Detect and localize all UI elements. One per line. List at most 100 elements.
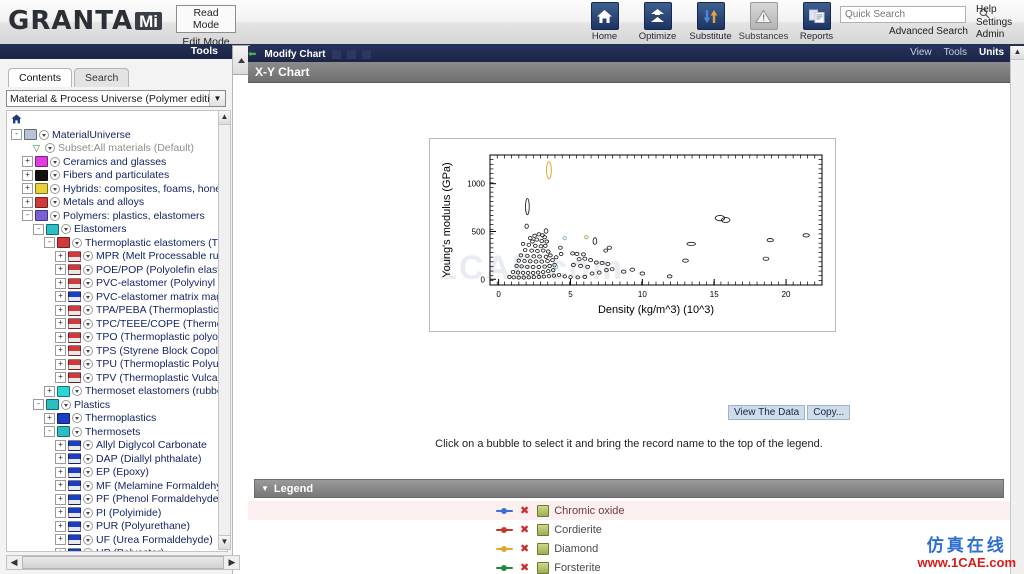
tree-item[interactable]: + UF (Urea Formaldehyde) [7, 533, 227, 547]
tree-item-menu-icon[interactable] [83, 264, 93, 275]
record-icon[interactable] [537, 504, 550, 517]
tree-item[interactable]: + UP (Polyester) [7, 547, 227, 551]
remove-series-icon[interactable]: ✖ [520, 542, 529, 555]
legend-item[interactable]: ✖ Forsterite [248, 558, 1010, 574]
admin-link[interactable]: Admin [976, 29, 1012, 42]
main-vertical-scrollbar[interactable]: ▲ [1010, 46, 1024, 574]
legend-item[interactable]: ✖ Cordierite [248, 520, 1010, 539]
collapse-toggle-icon[interactable]: - [22, 210, 33, 222]
collapse-toggle-icon[interactable]: - [33, 223, 44, 235]
legend-item-label[interactable]: Forsterite [554, 562, 600, 574]
tree-item[interactable]: + Thermoset elastomers (rubber) [7, 385, 227, 399]
tree-item[interactable]: + Fibers and particulates [7, 169, 227, 183]
expand-toggle-icon[interactable]: + [22, 156, 33, 168]
tree-item-menu-icon[interactable] [83, 291, 93, 302]
expand-toggle-icon[interactable]: + [55, 520, 66, 532]
tree-item-menu-icon[interactable] [83, 480, 93, 491]
tree-item[interactable]: + Thermoplastics [7, 412, 227, 426]
collapse-toggle-icon[interactable]: - [44, 426, 55, 438]
tree-item[interactable]: + TPU (Thermoplastic Polyurethane [7, 358, 227, 372]
toolbar-home-button[interactable]: Home [578, 2, 631, 42]
back-arrow-icon[interactable]: ⬅ [248, 49, 256, 60]
expand-toggle-icon[interactable]: + [55, 372, 66, 384]
tree-item-menu-icon[interactable] [83, 521, 93, 532]
legend-item-label[interactable]: Diamond [554, 543, 598, 555]
tree-item-menu-icon[interactable] [83, 548, 93, 551]
tree-item[interactable]: + Metals and alloys [7, 196, 227, 210]
tree-item[interactable]: + PVC-elastomer (Polyvinyl Chlorid [7, 277, 227, 291]
collapse-toggle-icon[interactable]: - [33, 399, 44, 411]
chevron-down-icon[interactable]: ▼ [209, 91, 225, 106]
scroll-left-button[interactable]: ◀ [7, 557, 21, 568]
tree-item[interactable]: + MF (Melamine Formaldehyde) [7, 479, 227, 493]
tree-item[interactable]: + PI (Polyimide) [7, 506, 227, 520]
toolbar-optimize-button[interactable]: Optimize [631, 2, 684, 42]
tree-item[interactable]: + TPV (Thermoplastic Vulcanizate) [7, 371, 227, 385]
record-icon[interactable] [537, 561, 550, 574]
tree-item-menu-icon[interactable] [83, 534, 93, 545]
tree-item[interactable]: + Ceramics and glasses [7, 155, 227, 169]
tree-item-menu-icon[interactable] [83, 332, 93, 343]
expand-toggle-icon[interactable]: + [44, 385, 55, 397]
tree-item-menu-icon[interactable] [83, 305, 93, 316]
remove-series-icon[interactable]: ✖ [520, 523, 529, 536]
expand-toggle-icon[interactable]: + [55, 318, 66, 330]
tree-item[interactable]: + TPC/TEEE/COPE (Thermoplastic c [7, 317, 227, 331]
expand-toggle-icon[interactable]: + [55, 358, 66, 370]
tree-item-menu-icon[interactable] [83, 318, 93, 329]
tree-item-menu-icon[interactable] [50, 183, 60, 194]
tree-item[interactable]: - Plastics [7, 398, 227, 412]
toolbar-substances-button[interactable]: Substances [737, 2, 790, 42]
tree-item-menu-icon[interactable] [83, 251, 93, 262]
tree-item-menu-icon[interactable] [61, 399, 71, 410]
tree-item-menu-icon[interactable] [50, 210, 60, 221]
tree-item-menu-icon[interactable] [83, 467, 93, 478]
tree-item-menu-icon[interactable] [39, 129, 49, 140]
view-the-data-button[interactable]: View The Data [728, 405, 806, 420]
legend-item-label[interactable]: Cordierite [554, 524, 602, 536]
menu-units[interactable]: Units [979, 47, 1004, 58]
copy-button[interactable]: Copy... [807, 405, 851, 420]
tree-item-menu-icon[interactable] [50, 197, 60, 208]
scroll-up-button[interactable]: ▲ [219, 111, 230, 125]
expand-toggle-icon[interactable]: + [55, 304, 66, 316]
quick-search-box[interactable] [840, 6, 990, 23]
database-selector[interactable]: Material & Process Universe (Polymer edi… [6, 90, 226, 107]
tree-home-icon[interactable] [7, 111, 227, 128]
expand-toggle-icon[interactable]: + [55, 534, 66, 546]
legend-item[interactable]: ✖ Diamond [248, 539, 1010, 558]
expand-toggle-icon[interactable]: + [55, 250, 66, 262]
tree-item-menu-icon[interactable] [83, 359, 93, 370]
tree-vertical-scrollbar[interactable]: ▲ ▼ [218, 110, 231, 550]
tree-item-menu-icon[interactable] [83, 440, 93, 451]
collapse-toggle-icon[interactable]: - [11, 129, 22, 141]
expand-toggle-icon[interactable]: + [22, 169, 33, 181]
tab-contents[interactable]: Contents [8, 68, 73, 87]
tree-item[interactable]: + TPO (Thermoplastic polyolefin ela [7, 331, 227, 345]
expand-toggle-icon[interactable]: + [55, 345, 66, 357]
menu-view[interactable]: View [910, 47, 932, 58]
expand-toggle-icon[interactable]: + [44, 412, 55, 424]
tree-item-menu-icon[interactable] [83, 507, 93, 518]
read-mode-button[interactable]: Read Mode [176, 5, 236, 33]
advanced-search-link[interactable]: Advanced Search [840, 26, 968, 37]
tree-item-menu-icon[interactable] [83, 494, 93, 505]
tree-item-menu-icon[interactable] [61, 224, 71, 235]
tree-item-menu-icon[interactable] [83, 453, 93, 464]
tree-item[interactable]: + EP (Epoxy) [7, 466, 227, 480]
record-icon[interactable] [537, 523, 550, 536]
expand-toggle-icon[interactable]: + [55, 507, 66, 519]
toolbar-substitute-button[interactable]: Substitute [684, 2, 737, 42]
tree-item-menu-icon[interactable] [45, 143, 55, 154]
tree-item[interactable]: + PF (Phenol Formaldehyde) [7, 493, 227, 507]
tree-item-menu-icon[interactable] [72, 413, 82, 424]
remove-series-icon[interactable]: ✖ [520, 504, 529, 517]
help-link[interactable]: Help [976, 4, 1012, 17]
scroll-down-button[interactable]: ▼ [219, 535, 230, 549]
tree-item[interactable]: - Elastomers [7, 223, 227, 237]
expand-toggle-icon[interactable]: + [55, 264, 66, 276]
tree-item[interactable]: + PUR (Polyurethane) [7, 520, 227, 534]
toolbar-reports-button[interactable]: Reports [790, 2, 843, 42]
tree-item-menu-icon[interactable] [83, 372, 93, 383]
chevron-down-icon[interactable]: ▼ [261, 484, 269, 493]
